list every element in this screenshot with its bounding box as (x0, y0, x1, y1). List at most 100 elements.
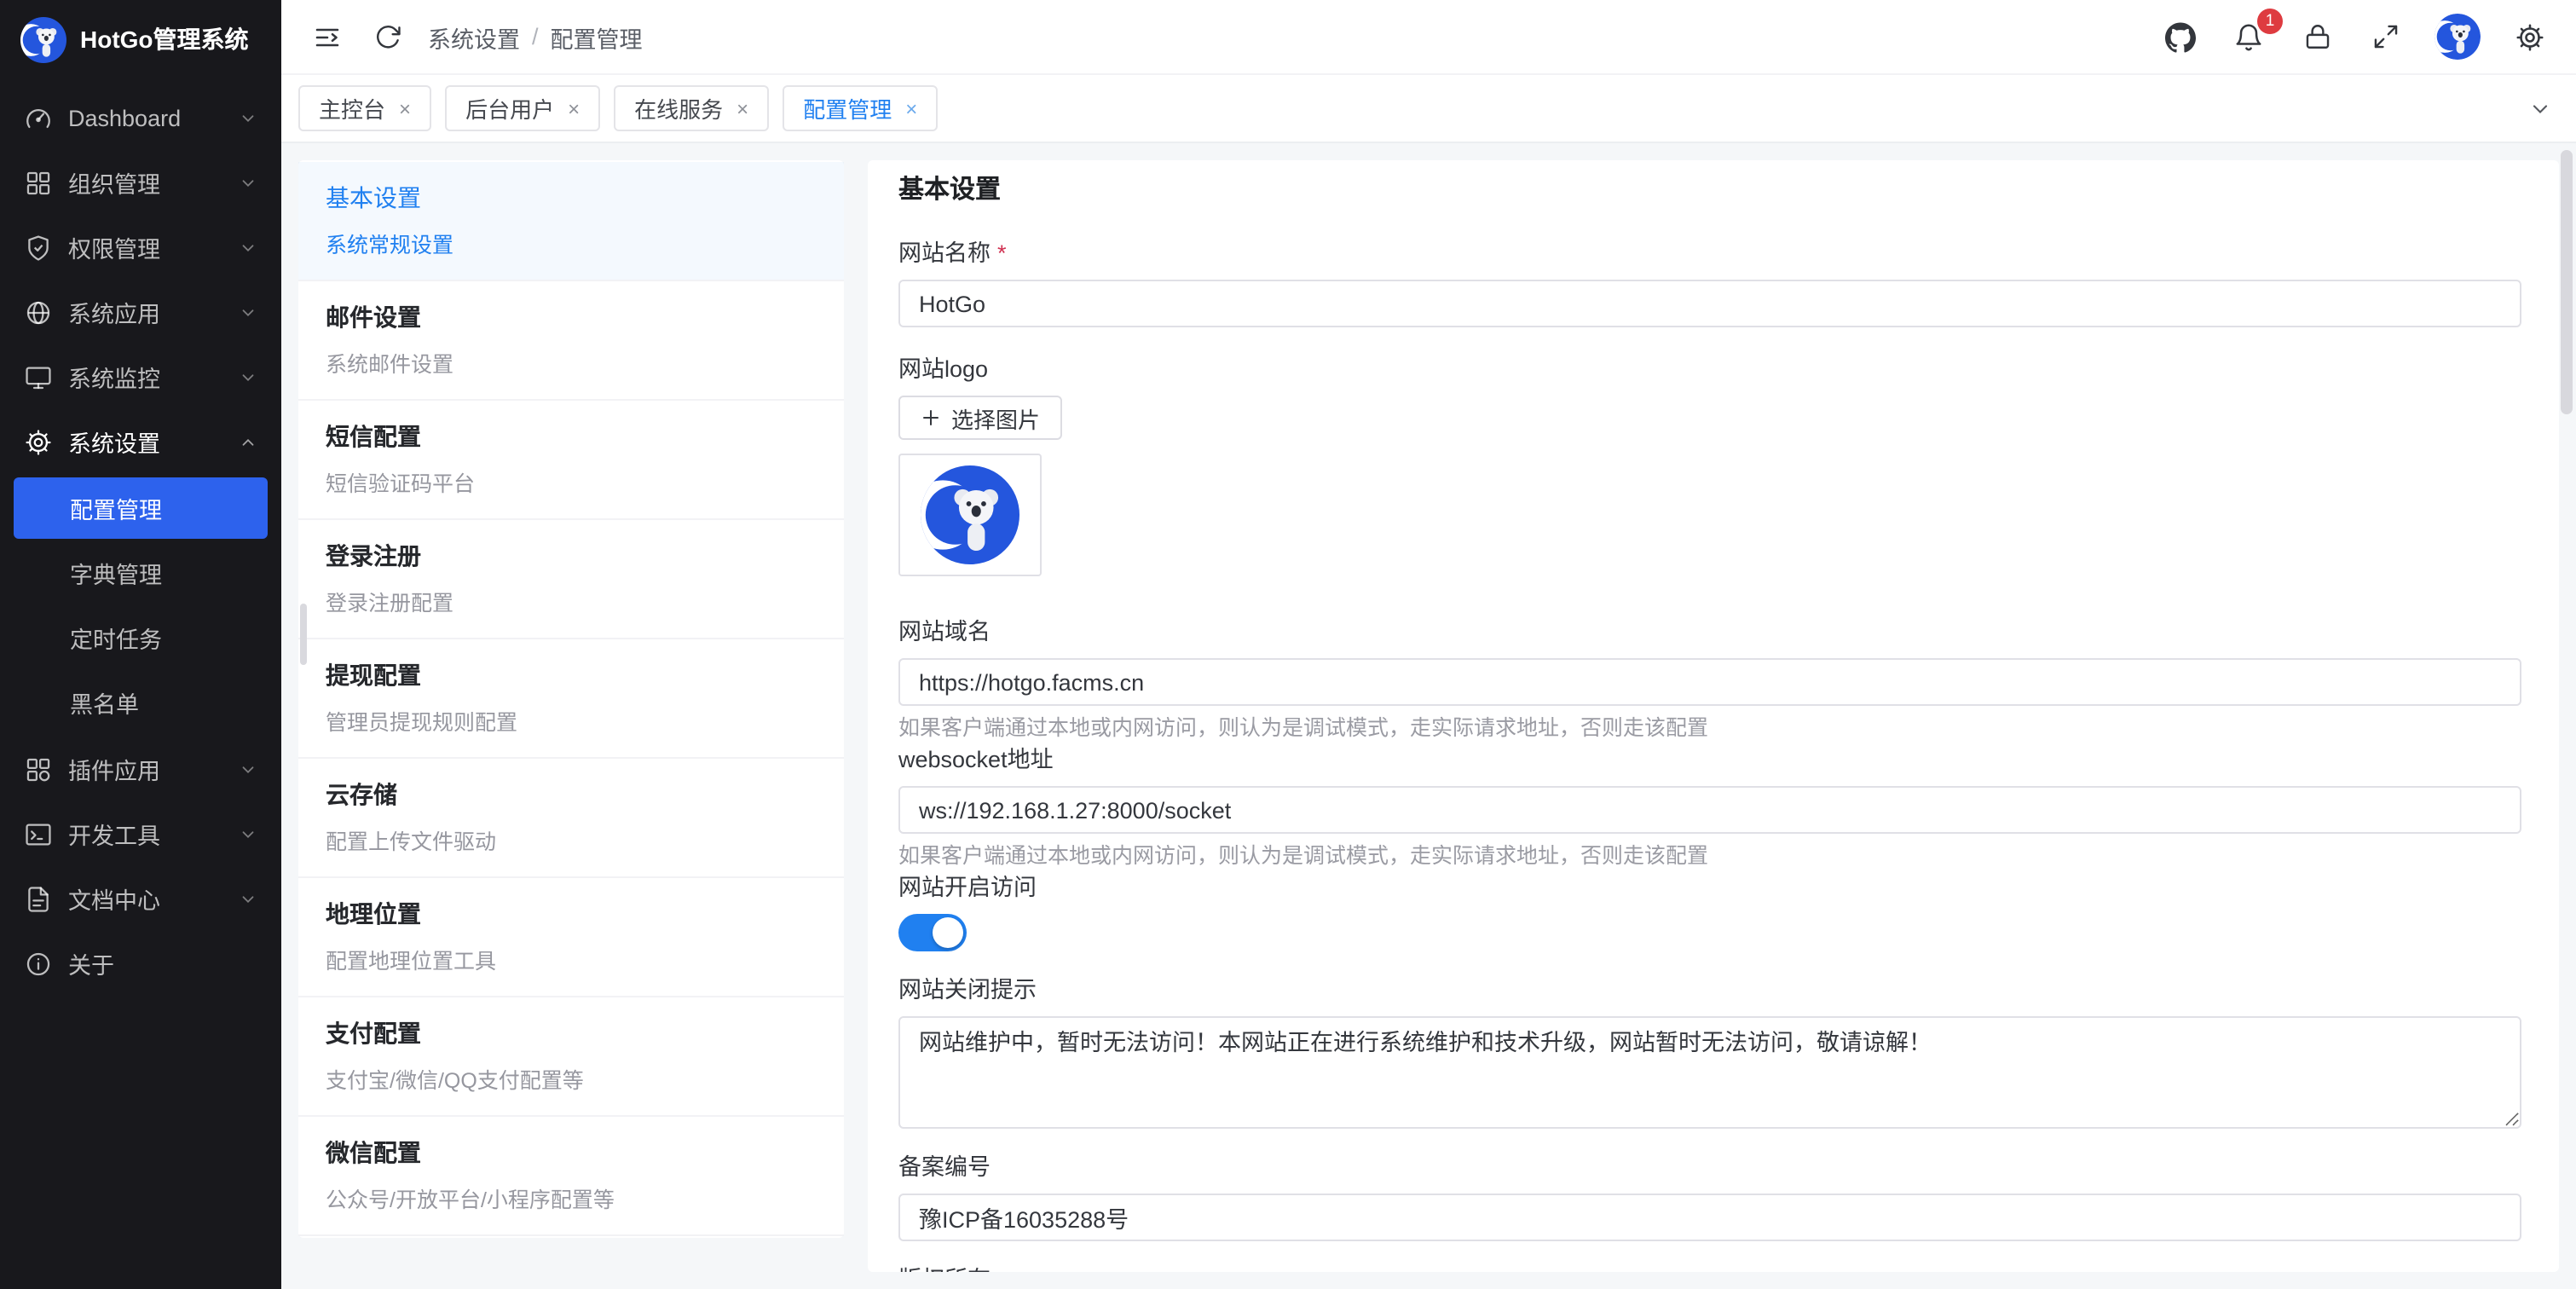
sidebar-subitem-dictionary[interactable]: 字典管理 (14, 542, 268, 604)
settings-nav-basic[interactable]: 基本设置 系统常规设置 (298, 162, 844, 281)
apps-icon (24, 754, 53, 783)
settings-nav-subtitle: 配置上传文件驱动 (326, 824, 817, 856)
settings-nav-subtitle: 系统邮件设置 (326, 346, 817, 379)
sidebar-item-label: 插件应用 (68, 752, 160, 786)
github-icon[interactable] (2162, 18, 2199, 55)
site-name-field: 网站名称 * (898, 239, 2521, 327)
settings-nav-title: 支付配置 (326, 1016, 817, 1050)
settings-nav-subtitle: 支付宝/微信/QQ支付配置等 (326, 1062, 817, 1095)
gear-icon (24, 427, 53, 456)
breadcrumb-separator: / (532, 24, 539, 49)
settings-nav-title: 邮件设置 (326, 300, 817, 334)
required-asterisk: * (997, 239, 1007, 269)
sidebar-item-permissions[interactable]: 权限管理 (0, 215, 281, 280)
settings-nav-cloud-storage[interactable]: 云存储 配置上传文件驱动 (298, 759, 844, 878)
icp-input[interactable] (898, 1194, 2521, 1241)
breadcrumb-parent[interactable]: 系统设置 (428, 20, 520, 54)
tab-label: 主控台 (319, 92, 385, 124)
copyright-field: 版权所有 (898, 1265, 2521, 1272)
copyright-label: 版权所有 (898, 1265, 2521, 1272)
sidebar-item-system-settings[interactable]: 系统设置 (0, 409, 281, 474)
websocket-input[interactable] (898, 786, 2521, 834)
settings-gear-icon[interactable] (2511, 18, 2549, 55)
sidebar-item-monitoring[interactable]: 系统监控 (0, 344, 281, 409)
lock-icon[interactable] (2298, 18, 2336, 55)
tab-admin-users[interactable]: 后台用户 × (445, 85, 600, 131)
label-text: 网站开启访问 (898, 873, 1037, 904)
menu-collapse-icon[interactable] (309, 18, 346, 55)
settings-nav-scrollbar-thumb[interactable] (300, 604, 307, 665)
tab-close-icon[interactable]: × (905, 98, 917, 118)
refresh-icon[interactable] (368, 18, 406, 55)
settings-form-panel: 基本设置 网站名称 * 网站logo (868, 160, 2559, 1272)
tab-online-service[interactable]: 在线服务 × (614, 85, 769, 131)
sidebar-subitem-label: 配置管理 (70, 491, 162, 525)
sidebar-subitem-label: 黑名单 (70, 685, 139, 720)
sidebar-item-dev-tools[interactable]: 开发工具 (0, 801, 281, 866)
chevron-down-icon (239, 367, 257, 386)
content-area: 基本设置 系统常规设置 邮件设置 系统邮件设置 短信配置 短信验证码平台 登录注… (281, 143, 2576, 1289)
plus-icon (921, 408, 941, 428)
site-logo-label: 网站logo (898, 355, 2521, 385)
sidebar-subitem-scheduled-tasks[interactable]: 定时任务 (14, 607, 268, 668)
site-name-input[interactable] (898, 280, 2521, 327)
sidebar-item-about[interactable]: 关于 (0, 931, 281, 996)
tab-close-icon[interactable]: × (399, 98, 411, 118)
chevron-down-icon (239, 760, 257, 778)
shield-check-icon (24, 233, 53, 262)
sidebar-subitem-blacklist[interactable]: 黑名单 (14, 672, 268, 733)
site-domain-label: 网站域名 (898, 617, 2521, 648)
chevron-down-icon (239, 173, 257, 192)
sidebar-item-label: 权限管理 (68, 230, 160, 264)
settings-nav-title: 云存储 (326, 777, 817, 812)
site-domain-input[interactable] (898, 658, 2521, 706)
settings-nav-subtitle: 管理员提现规则配置 (326, 704, 817, 737)
tabs-menu-chevron-icon[interactable] (2521, 96, 2559, 120)
choose-image-button[interactable]: 选择图片 (898, 396, 1062, 440)
page-scrollbar-thumb[interactable] (2561, 150, 2573, 414)
tab-label: 配置管理 (803, 92, 892, 124)
sidebar-item-dashboard[interactable]: Dashboard (0, 85, 281, 150)
label-text: 版权所有 (898, 1265, 991, 1272)
settings-nav-title: 提现配置 (326, 658, 817, 692)
chevron-down-icon (239, 824, 257, 843)
settings-nav-email[interactable]: 邮件设置 系统邮件设置 (298, 281, 844, 401)
dashboard-icon (24, 103, 53, 132)
sidebar-item-system-apps[interactable]: 系统应用 (0, 280, 281, 344)
sidebar-item-plugins[interactable]: 插件应用 (0, 737, 281, 801)
settings-nav-subtitle: 公众号/开放平台/小程序配置等 (326, 1182, 817, 1214)
app-logo[interactable]: HotGo管理系统 (0, 0, 281, 78)
settings-nav-login-register[interactable]: 登录注册 登录注册配置 (298, 520, 844, 639)
settings-nav-payment[interactable]: 支付配置 支付宝/微信/QQ支付配置等 (298, 997, 844, 1117)
settings-nav-withdrawal[interactable]: 提现配置 管理员提现规则配置 (298, 639, 844, 759)
close-tip-textarea[interactable]: 网站维护中，暂时无法访问！本网站正在进行系统维护和技术升级，网站暂时无法访问，敬… (898, 1016, 2521, 1129)
site-access-label: 网站开启访问 (898, 873, 2521, 904)
label-text: 网站logo (898, 355, 988, 385)
settings-nav-title: 基本设置 (326, 181, 817, 215)
sidebar-subitem-config-management[interactable]: 配置管理 (14, 477, 268, 539)
chevron-down-icon (239, 303, 257, 321)
notifications-bell-icon[interactable]: 1 (2230, 18, 2267, 55)
site-logo-field: 网站logo 选择图片 (898, 355, 2521, 576)
label-text: 网站域名 (898, 617, 991, 648)
breadcrumb-current: 配置管理 (551, 20, 643, 54)
site-access-toggle[interactable] (898, 914, 967, 951)
sidebar-item-organization[interactable]: 组织管理 (0, 150, 281, 215)
user-avatar[interactable] (2434, 14, 2481, 60)
tab-config-management[interactable]: 配置管理 × (783, 85, 938, 131)
tab-dashboard[interactable]: 主控台 × (298, 85, 431, 131)
settings-nav-wechat[interactable]: 微信配置 公众号/开放平台/小程序配置等 (298, 1117, 844, 1236)
websocket-help: 如果客户端通过本地或内网访问，则认为是调试模式，走实际请求地址，否则走该配置 (898, 842, 2521, 870)
fullscreen-icon[interactable] (2366, 18, 2404, 55)
site-logo-preview[interactable] (898, 454, 1042, 576)
info-icon (24, 949, 53, 978)
notification-badge: 1 (2257, 8, 2283, 33)
tab-close-icon[interactable]: × (568, 98, 580, 118)
sidebar-item-docs[interactable]: 文档中心 (0, 866, 281, 931)
tab-close-icon[interactable]: × (736, 98, 748, 118)
settings-nav-sms[interactable]: 短信配置 短信验证码平台 (298, 401, 844, 520)
settings-nav-geolocation[interactable]: 地理位置 配置地理位置工具 (298, 878, 844, 997)
settings-nav-subtitle: 配置地理位置工具 (326, 943, 817, 975)
settings-nav-subtitle: 系统常规设置 (326, 227, 817, 259)
sidebar-item-label: 文档中心 (68, 881, 160, 916)
